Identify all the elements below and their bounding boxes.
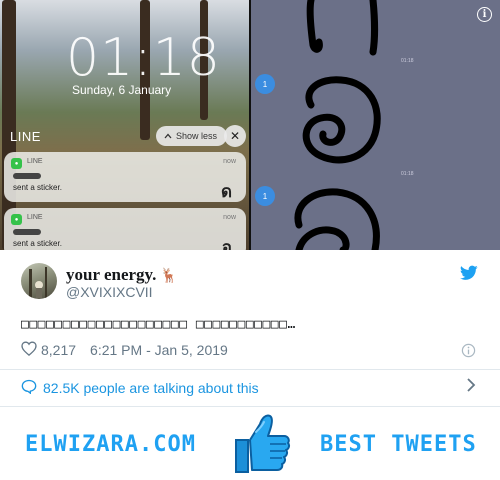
like-count[interactable]: 8,217 [41,342,76,358]
thumbs-up-icon [235,414,291,473]
lockscreen-date: Sunday, 6 January [72,83,172,97]
tweet-timestamp[interactable]: 6:21 PM - Jan 5, 2019 [90,342,228,358]
author-handle[interactable]: @XVIXIXCVII [66,284,153,300]
chat-avatar: 1 [255,186,275,206]
author-name[interactable]: your energy. 🦌 [66,265,178,285]
close-button[interactable]: ✕ [224,125,246,147]
info-circle-icon[interactable] [461,343,476,361]
notification-time: now [223,214,236,221]
deer-emoji-icon: 🦌 [160,268,178,284]
conversation-link[interactable]: 82.5K people are talking about this [21,379,259,397]
media-photo-lockscreen[interactable]: 01:18 Sunday, 6 January LINE Show less ✕… [0,0,249,250]
brand-right-text[interactable]: BEST TWEETS [320,432,477,457]
tweet-text: □□□□□□□□□□□□□□□□□□□□ □□□□□□□□□□□… [21,317,296,332]
chat-message-time: 01:18 [401,58,414,64]
redacted-sender [13,173,41,179]
line-app-icon: ● [11,158,22,169]
notification-app-name: LINE [27,214,43,221]
show-less-label: Show less [176,131,218,141]
chat-bubble-icon [21,379,37,397]
notification-message: sent a sticker. [13,183,62,192]
thai-sticker-art [294,0,381,250]
close-icon: ✕ [229,129,241,143]
avatar[interactable] [21,263,57,299]
footer-banner: ELWIZARA.COM BEST TWEETS [0,406,500,480]
redacted-sender [13,229,41,235]
notification-card-2[interactable]: ● LINE now sent a sticker. อ [4,208,246,250]
notification-app-name: LINE [27,158,43,165]
show-less-button[interactable]: Show less [156,126,228,146]
notification-group-label: LINE [10,129,41,144]
notification-message: sent a sticker. [13,239,62,248]
divider [0,369,500,370]
twitter-bird-icon[interactable] [460,265,478,281]
conversation-link-label: 82.5K people are talking about this [43,380,259,396]
chat-message-time: 01:18 [401,171,414,177]
notification-sticker: ด [220,182,232,201]
heart-icon[interactable] [21,341,37,359]
notification-sticker: อ [221,238,232,250]
chevron-right-icon[interactable] [466,378,476,397]
line-app-icon: ● [11,214,22,225]
lockscreen-time: 01:18 [66,28,221,88]
chevron-up-icon [164,131,172,141]
notification-card-1[interactable]: ● LINE now sent a sticker. ด [4,152,246,202]
chat-avatar: 1 [255,74,275,94]
media-photo-chat[interactable]: i 1 01:18 1 01:18 [251,0,500,250]
tweet-media[interactable]: 01:18 Sunday, 6 January LINE Show less ✕… [0,0,500,250]
notification-time: now [223,158,236,165]
brand-left-text[interactable]: ELWIZARA.COM [25,432,196,457]
tweet-meta: 8,217 6:21 PM - Jan 5, 2019 [21,341,476,359]
author-name-text: your energy. [66,265,157,284]
